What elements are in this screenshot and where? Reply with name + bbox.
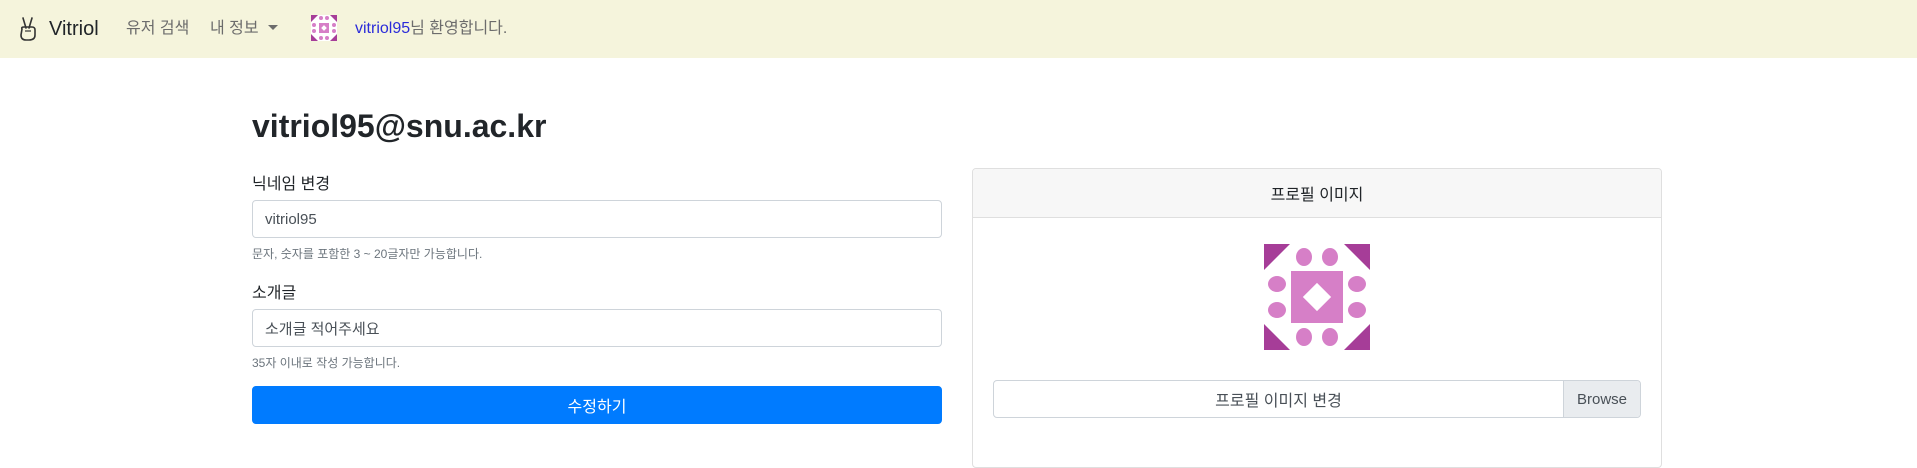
my-info-label: 내 정보 [210,20,259,37]
welcome-message: vitriol95님 환영합니다. [355,14,507,38]
nickname-help: 문자, 숫자를 포함한 3 ~ 20글자만 가능합니다. [252,247,483,261]
peace-hand-icon [20,17,36,41]
intro-label: 소개글 [252,285,297,302]
brand-link[interactable]: Vitriol [17,16,99,42]
card-header: 프로필 이미지 [973,169,1661,218]
welcome-username[interactable]: vitriol95 [355,20,410,37]
profile-image-card: 프로필 이미지 프로필 이미지 변경 Browse [972,168,1662,468]
submit-button[interactable]: 수정하기 [252,386,942,424]
browse-button[interactable]: Browse [1563,381,1640,417]
welcome-suffix: 님 환영합니다. [410,20,508,37]
caret-down-icon [267,24,278,30]
profile-image [1264,244,1370,350]
nickname-label: 닉네임 변경 [252,176,331,193]
brand-name: Vitriol [49,17,99,40]
page-title: vitriol95@snu.ac.kr [252,108,547,144]
file-input-label: 프로필 이미지 변경 [1215,393,1342,410]
intro-help: 35자 이내로 작성 가능합니다. [252,356,401,370]
profile-image-file-input[interactable]: 프로필 이미지 변경 Browse [993,380,1641,418]
navbar: Vitriol 유저 검색 내 정보 vitriol95님 환영합니다. [0,0,1917,58]
nickname-field[interactable]: vitriol95 [252,200,942,238]
my-info-dropdown[interactable]: 내 정보 [210,14,278,38]
avatar [311,15,337,41]
user-search-link[interactable]: 유저 검색 [126,14,189,38]
intro-field[interactable]: 소개글 적어주세요 [252,309,942,347]
